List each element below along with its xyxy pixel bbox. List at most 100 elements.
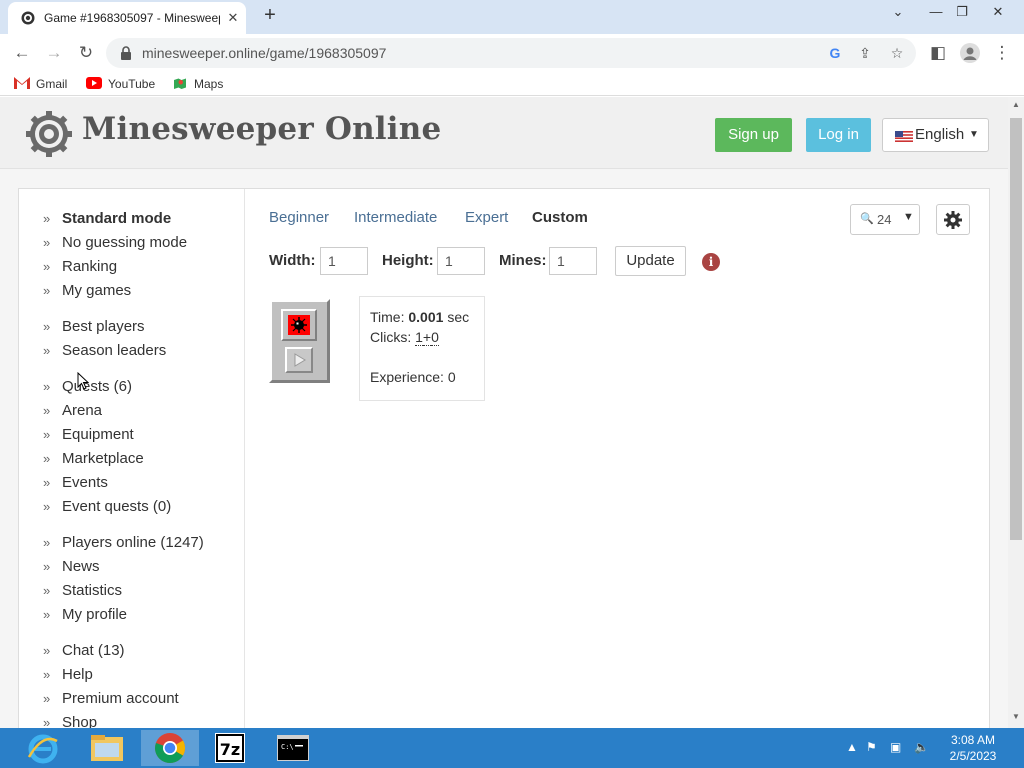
reload-icon[interactable]: ↻ [72, 39, 100, 67]
scroll-up-icon[interactable]: ▲ [1008, 100, 1024, 114]
time-stat: Time: 0.001 sec [370, 309, 469, 325]
signup-button[interactable]: Sign up [715, 118, 792, 152]
sidebar-item-shop[interactable]: » Shop [43, 713, 97, 728]
bookmark-label: Maps [194, 77, 224, 91]
close-window-icon[interactable]: ✕ [978, 0, 1018, 24]
tab-search-icon[interactable]: ⌄ [878, 0, 918, 24]
back-icon[interactable]: ← [8, 39, 36, 67]
page-viewport: Minesweeper Online Sign up Log in Englis… [0, 97, 1008, 728]
logo-gear-icon[interactable] [26, 111, 72, 157]
sidebar-item-events[interactable]: » Events [43, 473, 108, 493]
taskbar-clock[interactable]: 3:08 AM 2/5/2023 [940, 732, 1006, 764]
double-chevron-icon: » [43, 715, 51, 728]
sidebar-item-statistics[interactable]: » Statistics [43, 581, 122, 601]
tab-custom[interactable]: Custom [532, 209, 588, 226]
restore-icon[interactable]: ❐ [942, 0, 982, 24]
tab-beginner[interactable]: Beginner [269, 209, 329, 226]
update-button[interactable]: Update [615, 246, 686, 276]
tab-expert[interactable]: Expert [465, 209, 508, 226]
play-icon [294, 353, 306, 367]
sidebar-item-my-profile[interactable]: » My profile [43, 605, 127, 625]
clock-time: 3:08 AM [950, 733, 996, 747]
us-flag-icon [895, 131, 913, 142]
zoom-value: 24 [877, 212, 892, 227]
forward-icon[interactable]: → [40, 39, 68, 67]
language-dropdown[interactable]: English ▼ [882, 118, 989, 152]
network-icon[interactable]: ▣ [890, 740, 901, 754]
mine-cell[interactable] [281, 309, 317, 341]
double-chevron-icon: » [43, 259, 51, 274]
sidebar-item-standard-mode[interactable]: » Standard mode [43, 209, 171, 229]
address-bar[interactable]: minesweeper.online/game/1968305097 G ⇪ ☆ [106, 38, 916, 68]
sidebar-item-no-guessing-mode[interactable]: » No guessing mode [43, 233, 187, 253]
zoom-select[interactable]: 🔍 24 ▼ [850, 204, 920, 235]
tab-close-icon[interactable]: ✕ [224, 9, 242, 27]
sidebar-item-season-leaders[interactable]: » Season leaders [43, 341, 166, 361]
bookmark-label: YouTube [108, 77, 156, 91]
mines-input[interactable]: 1 [549, 247, 597, 275]
sidebar-item-premium-account[interactable]: » Premium account [43, 689, 179, 709]
sidebar-item-label: Season leaders [62, 342, 167, 359]
sidebar-item-arena[interactable]: » Arena [43, 401, 102, 421]
sidebar-item-label: No guessing mode [62, 234, 188, 251]
sidebar-item-label: Quests (6) [62, 378, 133, 395]
tray-overflow-icon[interactable]: ▲ [846, 740, 858, 754]
clock-date: 2/5/2023 [949, 749, 997, 763]
site-title[interactable]: Minesweeper Online [82, 111, 441, 147]
tab-intermediate[interactable]: Intermediate [354, 209, 437, 226]
sidebar-item-event-quests[interactable]: » Event quests (0) [43, 497, 171, 517]
sidebar-item-label: Standard mode [62, 210, 172, 227]
settings-button[interactable] [936, 204, 970, 235]
sidebar-item-label: Arena [62, 402, 103, 419]
action-center-flag-icon[interactable]: ⚑ [866, 740, 877, 754]
double-chevron-icon: » [43, 559, 51, 574]
double-chevron-icon: » [43, 343, 51, 358]
caret-down-icon: ▼ [969, 129, 979, 140]
profile-icon[interactable] [956, 39, 984, 67]
width-input[interactable]: 1 [320, 247, 368, 275]
sidebar-item-chat[interactable]: » Chat (13) [43, 641, 125, 661]
sidebar-item-ranking[interactable]: » Ranking [43, 257, 117, 277]
taskbar-chrome[interactable] [141, 730, 199, 766]
menu-kebab-icon[interactable]: ⋮ [988, 39, 1016, 67]
volume-muted-icon[interactable]: 🔈 [914, 740, 929, 754]
new-tab-button[interactable]: + [258, 4, 282, 28]
height-input[interactable]: 1 [437, 247, 485, 275]
sidebar-item-best-players[interactable]: » Best players [43, 317, 145, 337]
sidebar-item-marketplace[interactable]: » Marketplace [43, 449, 144, 469]
taskbar-explorer[interactable] [78, 730, 136, 766]
bookmark-maps[interactable]: Maps [172, 76, 223, 92]
bookmark-star-icon[interactable]: ☆ [886, 43, 908, 63]
sidebar-item-label: Marketplace [62, 450, 144, 467]
language-label: English [915, 126, 965, 143]
scrollbar-thumb[interactable] [1010, 118, 1022, 540]
sidebar-item-my-games[interactable]: » My games [43, 281, 131, 301]
bookmark-gmail[interactable]: Gmail [14, 76, 67, 92]
login-button[interactable]: Log in [806, 118, 871, 152]
taskbar-cmd[interactable]: C:\ [264, 730, 322, 766]
scroll-down-icon[interactable]: ▼ [1008, 712, 1024, 726]
google-icon[interactable]: G [824, 43, 846, 63]
taskbar-ie[interactable] [14, 730, 72, 766]
share-icon[interactable]: ⇪ [854, 43, 876, 63]
site-header: Minesweeper Online Sign up Log in Englis… [0, 97, 1008, 169]
sidebar-item-players-online[interactable]: » Players online (1247) [43, 533, 204, 553]
double-chevron-icon: » [43, 475, 51, 490]
game-stats: Time: 0.001 sec Clicks: 1+0 Experience: … [359, 296, 485, 401]
clicks-stat: Clicks: 1+0 [370, 329, 439, 346]
side-panel-icon[interactable]: ◧ [924, 39, 952, 67]
info-icon[interactable]: i [702, 253, 720, 271]
sidebar-item-equipment[interactable]: » Equipment [43, 425, 134, 445]
sidebar-item-help[interactable]: » Help [43, 665, 93, 685]
bookmark-youtube[interactable]: YouTube [86, 76, 155, 92]
double-chevron-icon: » [43, 643, 51, 658]
taskbar-7zip[interactable]: 7z [202, 730, 260, 766]
sidebar-item-label: Equipment [62, 426, 134, 443]
browser-tab-active[interactable]: Game #1968305097 - Minesweeper ✕ [8, 2, 246, 34]
double-chevron-icon: » [43, 319, 51, 334]
double-chevron-icon: » [43, 667, 51, 682]
sidebar-nav: » Standard mode » No guessing mode » Rankin… [19, 189, 245, 728]
sidebar-item-news[interactable]: » News [43, 557, 100, 577]
double-chevron-icon: » [43, 451, 51, 466]
replay-button[interactable] [285, 347, 313, 373]
